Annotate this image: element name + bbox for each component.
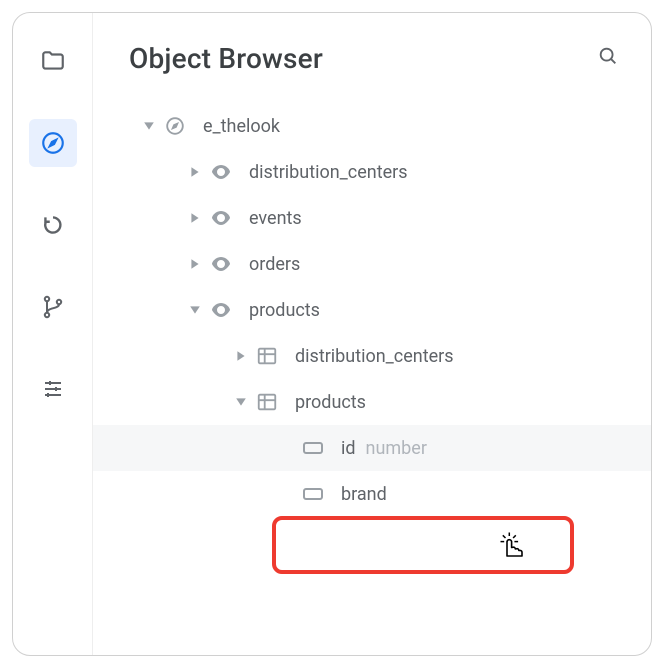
tab-git[interactable]: [29, 283, 77, 331]
node-label: distribution_centers: [295, 346, 454, 367]
node-label: products: [295, 392, 366, 413]
tab-files[interactable]: [29, 37, 77, 85]
tab-settings[interactable]: [29, 365, 77, 413]
vertical-tab-bar: [13, 13, 93, 655]
panel-title: Object Browser: [129, 42, 323, 75]
tree-node-explore-expanded[interactable]: products: [93, 287, 651, 333]
history-refresh-icon: [40, 212, 66, 238]
node-label: orders: [249, 254, 300, 275]
tab-history[interactable]: [29, 201, 77, 249]
object-tree: e_thelook distribution_centers events: [93, 95, 651, 517]
table-icon: [253, 391, 281, 413]
field-label: brand: [341, 484, 387, 505]
eye-icon: [207, 252, 235, 276]
git-branch-icon: [41, 295, 65, 319]
eye-icon: [207, 160, 235, 184]
node-label: products: [249, 300, 320, 321]
tree-node-field-brand[interactable]: brand: [93, 471, 651, 517]
chevron-right-icon: [183, 166, 207, 178]
tree-node-view[interactable]: distribution_centers: [93, 333, 651, 379]
chevron-down-icon: [183, 304, 207, 316]
tree-node-field-id[interactable]: id number: [93, 425, 651, 471]
chevron-right-icon: [229, 350, 253, 362]
tree-node-explore[interactable]: distribution_centers: [93, 149, 651, 195]
tree-node-explore[interactable]: events: [93, 195, 651, 241]
main-panel: Object Browser e_thelook: [93, 13, 651, 655]
search-icon: [597, 45, 619, 67]
tab-object-browser[interactable]: [29, 119, 77, 167]
sliders-icon: [41, 377, 65, 401]
compass-small-icon: [161, 115, 189, 137]
field-type: number: [366, 438, 427, 459]
chevron-down-icon: [137, 120, 161, 132]
node-label: events: [249, 208, 302, 229]
field-icon: [299, 486, 327, 502]
chevron-right-icon: [183, 212, 207, 224]
folder-icon: [40, 48, 66, 74]
node-label: e_thelook: [203, 116, 280, 137]
table-icon: [253, 345, 281, 367]
eye-icon: [207, 298, 235, 322]
tree-node-model[interactable]: e_thelook: [93, 103, 651, 149]
tree-node-view-expanded[interactable]: products: [93, 379, 651, 425]
tree-node-explore[interactable]: orders: [93, 241, 651, 287]
chevron-right-icon: [183, 258, 207, 270]
eye-icon: [207, 206, 235, 230]
compass-icon: [40, 130, 66, 156]
field-label: id: [341, 438, 356, 459]
panel-frame: Object Browser e_thelook: [12, 12, 652, 656]
search-button[interactable]: [593, 41, 623, 75]
node-label: distribution_centers: [249, 162, 408, 183]
chevron-down-icon: [229, 396, 253, 408]
field-icon: [299, 440, 327, 456]
panel-header: Object Browser: [93, 29, 651, 95]
